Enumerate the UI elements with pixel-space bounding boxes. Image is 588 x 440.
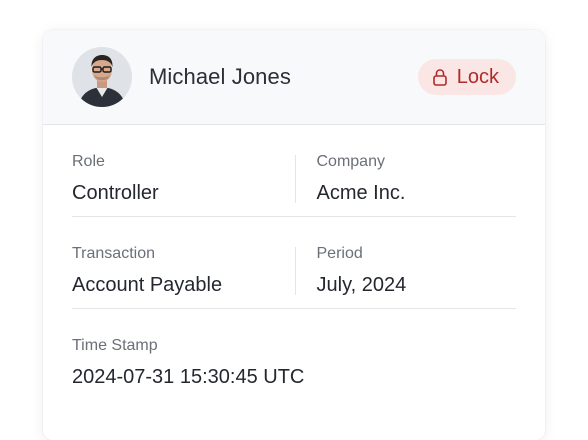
company-field: Company Acme Inc.	[272, 125, 517, 216]
card-header: Michael Jones Lock	[43, 30, 545, 125]
field-row: Role Controller Company Acme Inc.	[72, 125, 516, 217]
period-label: Period	[316, 245, 363, 262]
company-label: Company	[316, 153, 385, 170]
period-value: July, 2024	[316, 274, 407, 296]
user-detail-card: Michael Jones Lock Role Controller Compa…	[43, 30, 545, 440]
column-divider	[295, 155, 296, 203]
timestamp-label: Time Stamp	[72, 337, 158, 354]
lock-icon	[432, 68, 448, 86]
role-label: Role	[72, 153, 105, 170]
role-value: Controller	[72, 182, 159, 204]
role-field: Role Controller	[72, 125, 272, 216]
period-field: Period July, 2024	[272, 217, 517, 308]
timestamp-field: Time Stamp 2024-07-31 15:30:45 UTC	[72, 309, 516, 401]
company-value: Acme Inc.	[316, 182, 406, 204]
lock-label: Lock	[456, 65, 499, 88]
avatar	[72, 47, 132, 107]
column-divider	[295, 247, 296, 295]
field-row: Time Stamp 2024-07-31 15:30:45 UTC	[72, 309, 516, 401]
field-row: Transaction Account Payable Period July,…	[72, 217, 516, 309]
transaction-label: Transaction	[72, 245, 155, 262]
user-name: Michael Jones	[149, 64, 291, 89]
transaction-value: Account Payable	[72, 274, 223, 296]
lock-button[interactable]: Lock	[417, 59, 516, 95]
user-photo-icon	[72, 47, 132, 107]
transaction-field: Transaction Account Payable	[72, 217, 272, 308]
timestamp-value: 2024-07-31 15:30:45 UTC	[72, 366, 305, 388]
card-body: Role Controller Company Acme Inc. Transa…	[43, 125, 545, 401]
